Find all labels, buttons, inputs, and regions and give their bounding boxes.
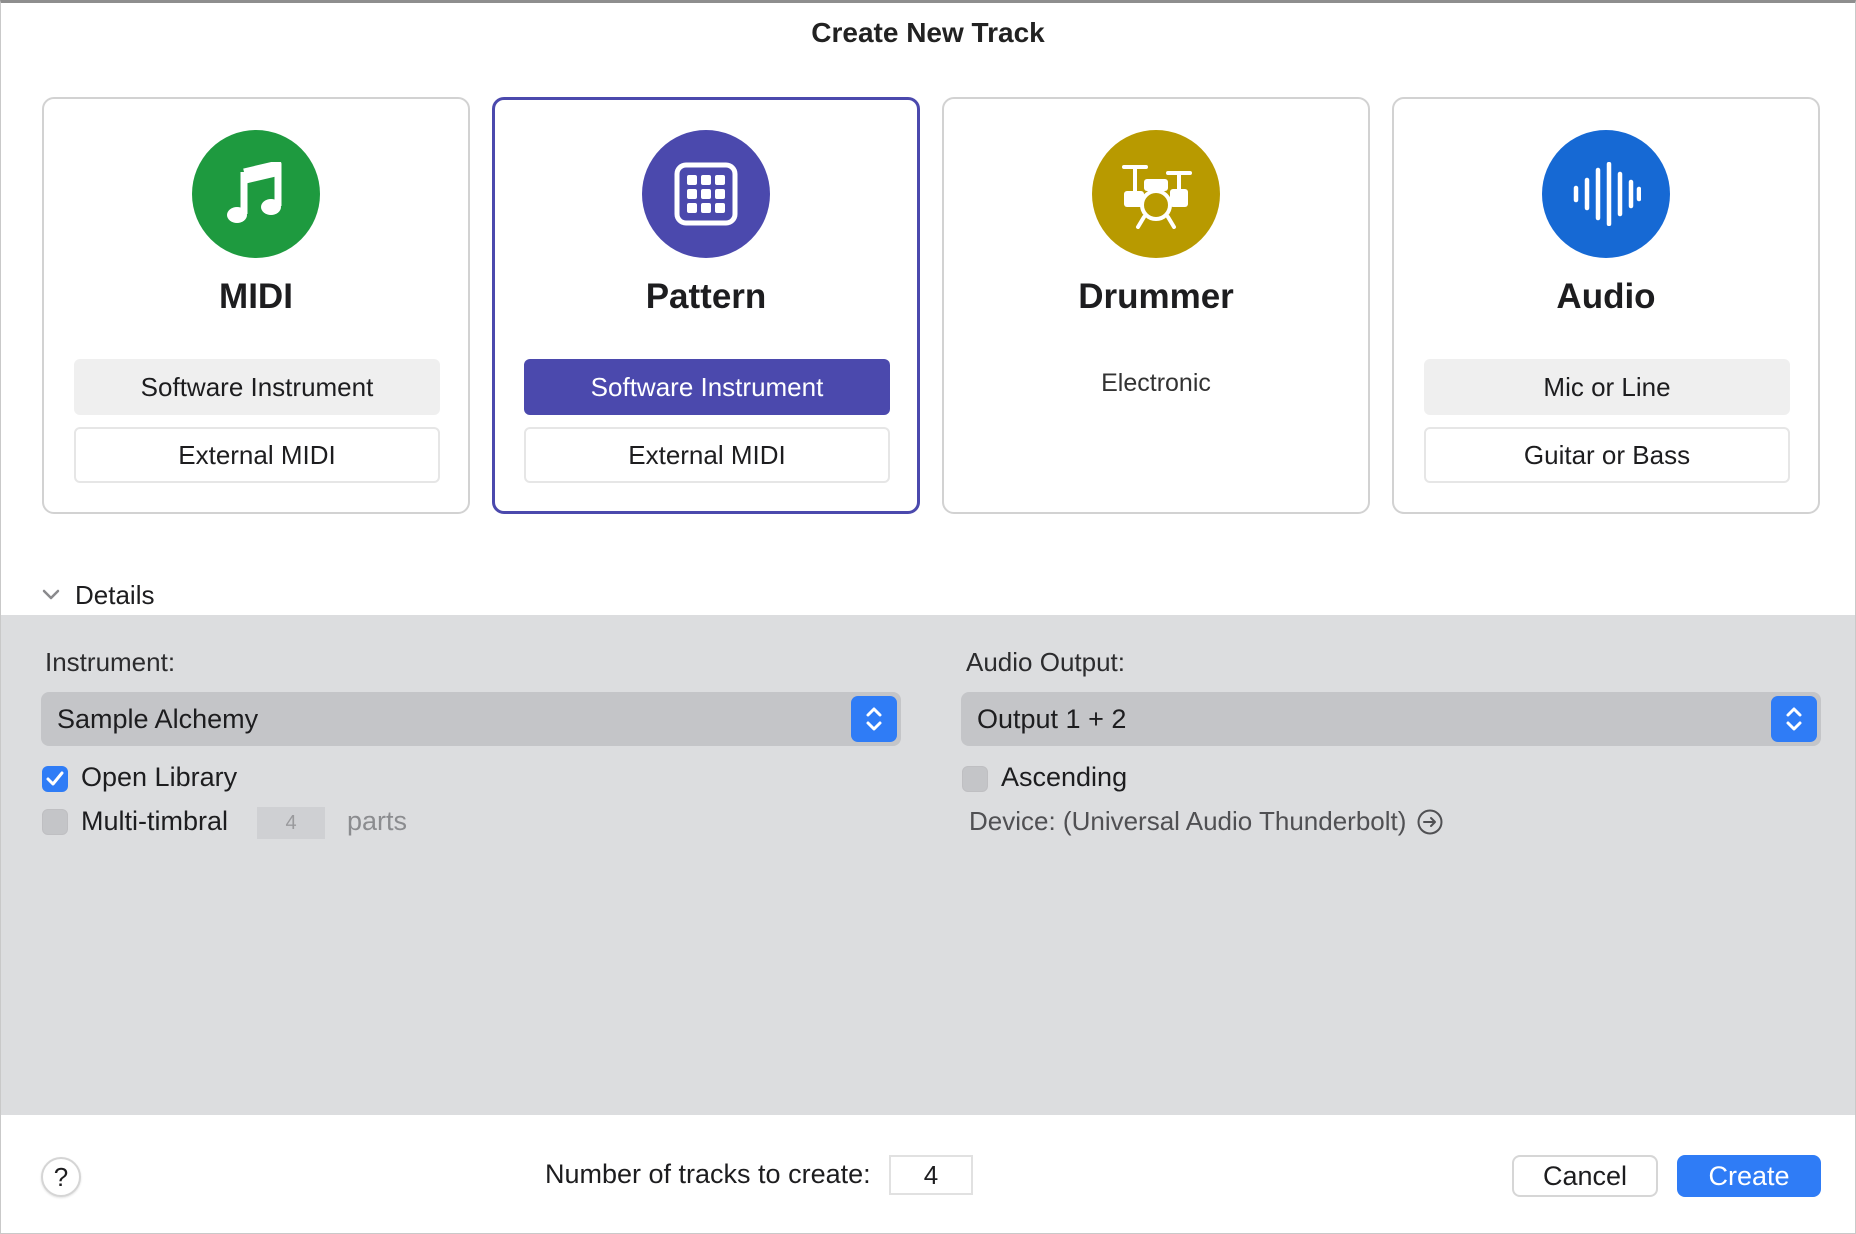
instrument-value: Sample Alchemy: [57, 703, 259, 734]
track-count-field[interactable]: 4: [889, 1155, 973, 1195]
device-text: Device: (Universal Audio Thunderbolt): [969, 806, 1407, 836]
arrow-circle-right-icon[interactable]: [1416, 808, 1444, 836]
audio-output-select[interactable]: Output 1 + 2: [961, 692, 1821, 746]
midi-external-midi-option[interactable]: External MIDI: [74, 427, 440, 483]
dialog-title: Create New Track: [811, 17, 1045, 48]
track-type-card-audio[interactable]: Audio Mic or Line Guitar or Bass: [1392, 97, 1820, 514]
parts-field[interactable]: 4: [257, 807, 325, 839]
multitimbral-label: Multi-timbral: [81, 806, 229, 836]
create-button[interactable]: Create: [1677, 1155, 1821, 1197]
help-button[interactable]: ?: [41, 1157, 81, 1197]
audio-output-value: Output 1 + 2: [977, 703, 1127, 734]
checkmark-icon: [46, 771, 64, 786]
parts-label: parts: [347, 806, 408, 836]
audio-mic-or-line-option[interactable]: Mic or Line: [1424, 359, 1790, 415]
track-type-card-midi[interactable]: MIDI Software Instrument External MIDI: [42, 97, 470, 514]
card-title: Drummer: [1078, 277, 1234, 316]
pattern-external-midi-option[interactable]: External MIDI: [524, 427, 890, 483]
create-track-dialog: Create New Track MIDI Software Instrumen…: [0, 0, 1856, 1234]
audio-output-label: Audio Output:: [966, 647, 1125, 677]
track-type-card-pattern[interactable]: Pattern Software Instrument External MID…: [492, 97, 920, 514]
open-library-checkbox[interactable]: [42, 766, 68, 792]
ascending-label: Ascending: [1001, 762, 1128, 792]
drum-kit-icon: [1092, 130, 1220, 258]
track-type-card-drummer[interactable]: Drummer Electronic: [942, 97, 1370, 514]
up-down-chevron-icon[interactable]: [1771, 696, 1817, 742]
waveform-icon: [1542, 130, 1670, 258]
midi-software-instrument-option[interactable]: Software Instrument: [74, 359, 440, 415]
audio-guitar-or-bass-option[interactable]: Guitar or Bass: [1424, 427, 1790, 483]
cancel-button[interactable]: Cancel: [1512, 1155, 1658, 1197]
details-panel: Instrument: Sample Alchemy Open Library …: [1, 615, 1855, 1115]
music-note-icon: [192, 130, 320, 258]
track-count-label: Number of tracks to create:: [545, 1159, 871, 1189]
details-disclosure[interactable]: Details: [41, 575, 154, 615]
card-title: Audio: [1556, 277, 1656, 316]
instrument-select[interactable]: Sample Alchemy: [41, 692, 901, 746]
pattern-software-instrument-option[interactable]: Software Instrument: [524, 359, 890, 415]
up-down-chevron-icon[interactable]: [851, 696, 897, 742]
open-library-label: Open Library: [81, 762, 238, 792]
details-label: Details: [75, 579, 155, 610]
drummer-electronic-option[interactable]: Electronic: [944, 369, 1368, 398]
instrument-label: Instrument:: [45, 647, 176, 677]
chevron-down-icon: [42, 589, 60, 600]
device-info: Device: (Universal Audio Thunderbolt): [969, 806, 1444, 837]
grid-pads-icon: [642, 130, 770, 258]
ascending-checkbox[interactable]: [962, 766, 988, 792]
card-title: MIDI: [219, 277, 293, 316]
multitimbral-checkbox[interactable]: [42, 809, 68, 835]
card-title: Pattern: [645, 277, 767, 316]
